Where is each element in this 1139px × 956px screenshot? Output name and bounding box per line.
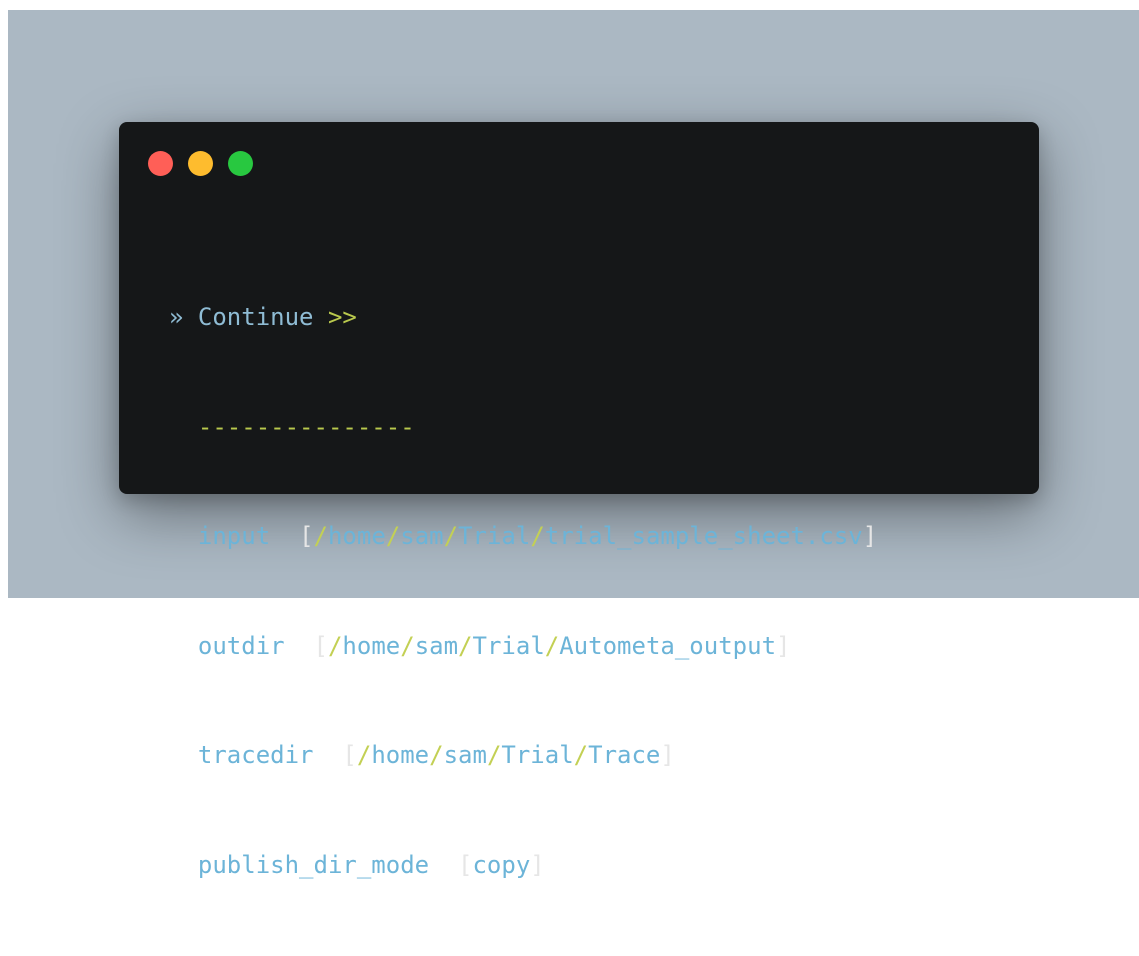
command-suffix: >>	[327, 303, 357, 331]
divider: ---------------	[197, 412, 415, 441]
param-key: publish_dir_mode	[197, 850, 430, 879]
param-line-input: input [/home/sam/Trial/trial_sample_shee…	[169, 518, 877, 555]
maximize-button[interactable]	[228, 151, 253, 176]
param-line-publish-dir-mode: publish_dir_mode [copy]	[169, 847, 877, 884]
param-key: input	[197, 522, 271, 550]
prompt-line: » Continue >>	[169, 299, 877, 336]
command-text: Continue	[197, 303, 314, 331]
param-value: [/home/sam/Trial/Autometa_output]	[313, 631, 791, 660]
param-line-outdir: outdir [/home/sam/Trial/Autometa_output]	[169, 628, 877, 665]
terminal-window: » Continue >> --------------- input [/ho…	[119, 122, 1039, 879]
terminal-output: » Continue >> --------------- input [/ho…	[169, 226, 877, 956]
prompt-symbol: »	[169, 303, 184, 331]
minimize-button[interactable]	[188, 151, 213, 176]
param-value: [copy]	[458, 850, 545, 879]
param-key: tracedir	[197, 741, 314, 769]
param-value: [/home/sam/Trial/Trace]	[342, 741, 675, 769]
divider-line: ---------------	[169, 409, 877, 446]
close-button[interactable]	[148, 151, 173, 176]
param-value: [/home/sam/Trial/trial_sample_sheet.csv]	[299, 522, 878, 550]
param-key: outdir	[197, 631, 285, 660]
window-controls	[148, 151, 253, 176]
param-line-tracedir: tracedir [/home/sam/Trial/Trace]	[169, 737, 877, 774]
background-frame: » Continue >> --------------- input [/ho…	[8, 10, 1139, 879]
